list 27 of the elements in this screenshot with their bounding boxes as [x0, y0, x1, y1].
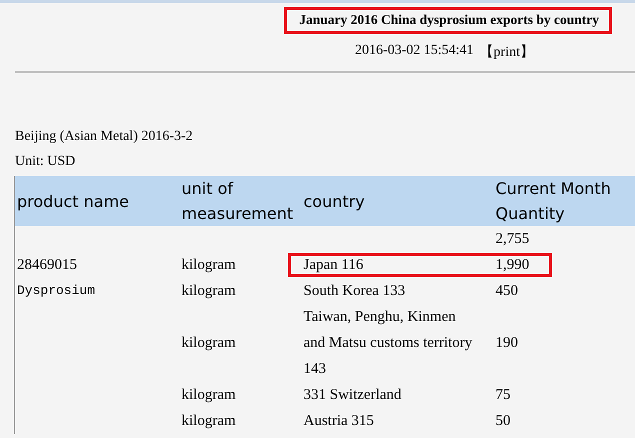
quantity-cell-text: 75 — [494, 386, 512, 405]
unit-cell-text: kilogram — [180, 386, 237, 405]
quantity-cell-text: 50 — [494, 412, 512, 431]
source-line: Beijing (Asian Metal) 2016-3-2 — [15, 128, 194, 146]
unit-cell-text: kilogram — [180, 256, 237, 275]
country-cell-text: 331 Switzerland — [302, 386, 402, 405]
quantity-cell-text: 190 — [494, 334, 519, 353]
unit-cell-text: kilogram — [180, 334, 237, 353]
column-header: country — [302, 176, 494, 226]
column-header: product name — [14, 176, 180, 226]
report-title: January 2016 China dysprosium exports by country — [284, 7, 612, 34]
country-cell-text: Taiwan, Penghu, Kinmen and Matsu customs territory 143 — [302, 308, 474, 379]
product-cell: 28469015 — [14, 252, 180, 278]
country-cell: Japan 116 — [302, 252, 494, 278]
country-cell-text: South Korea 133 — [302, 282, 406, 301]
column-header: unit of measurement — [180, 176, 302, 226]
product-cell: Dysprosium — [14, 278, 180, 304]
publish-date: 2016-03-02 15:54:41 — [354, 43, 474, 60]
unit-cell-text: kilogram — [180, 282, 237, 301]
quantity-cell-text: 1,990 — [494, 256, 530, 275]
quantity-cell-text: 450 — [494, 282, 519, 301]
country-cell-text: Austria 315 — [302, 412, 375, 431]
unit-line: Unit: USD — [15, 153, 76, 171]
quantity-cell: 2,755 — [494, 226, 635, 252]
unit-cell-text: kilogram — [180, 412, 237, 431]
column-header: Current Month Quantity — [494, 176, 635, 226]
print-link[interactable]: 【print】 — [480, 43, 534, 61]
